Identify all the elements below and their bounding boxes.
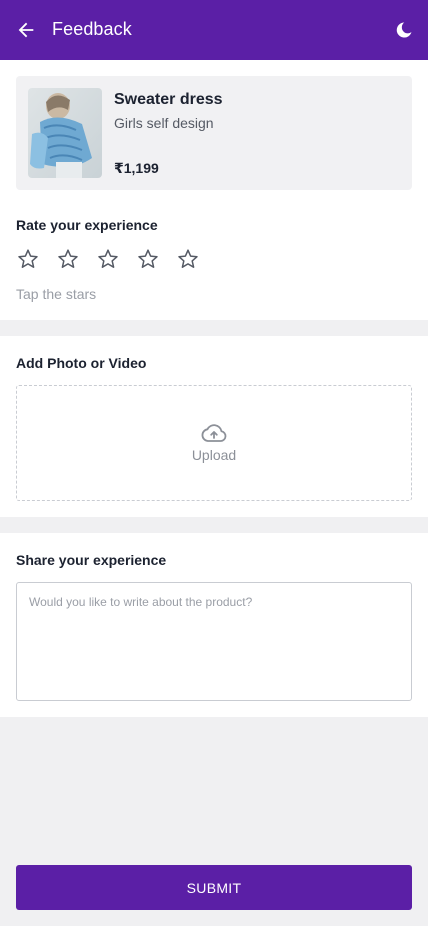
back-button[interactable] <box>14 18 38 42</box>
star-icon[interactable] <box>56 247 80 271</box>
upload-button-text: Upload <box>191 447 237 463</box>
product-card: Sweater dress Girls self design ₹1,199 <box>16 76 412 190</box>
star-icon[interactable] <box>96 247 120 271</box>
upload-label: Add Photo or Video <box>16 355 147 371</box>
share-label: Share your experience <box>16 552 167 568</box>
product-price: ₹1,199 <box>114 160 159 176</box>
star-icon[interactable] <box>136 247 160 271</box>
star-icon[interactable] <box>16 247 40 271</box>
star-icon[interactable] <box>176 247 200 271</box>
star-rating <box>16 247 216 271</box>
submit-button[interactable]: SUBMIT <box>16 865 412 910</box>
arrow-left-icon <box>18 22 34 38</box>
product-description: Girls self design <box>114 115 214 131</box>
product-name: Sweater dress <box>114 91 223 108</box>
moon-icon[interactable] <box>394 20 414 40</box>
feedback-page: Feedback Sweater dress Girls self design… <box>0 0 428 926</box>
upload-section: Add Photo or Video Upload <box>0 336 428 517</box>
upload-dropzone[interactable]: Upload <box>16 385 412 501</box>
cloud-upload-icon <box>201 424 227 442</box>
rating-label: Rate your experience <box>16 217 158 233</box>
app-bar: Feedback <box>0 0 428 60</box>
product-image <box>28 88 102 178</box>
experience-textarea[interactable] <box>16 582 412 701</box>
rating-hint: Tap the stars <box>16 286 97 302</box>
share-section: Share your experience <box>0 533 428 717</box>
product-rating-section: Sweater dress Girls self design ₹1,199 R… <box>0 60 428 320</box>
page-title: Feedback <box>52 19 132 39</box>
